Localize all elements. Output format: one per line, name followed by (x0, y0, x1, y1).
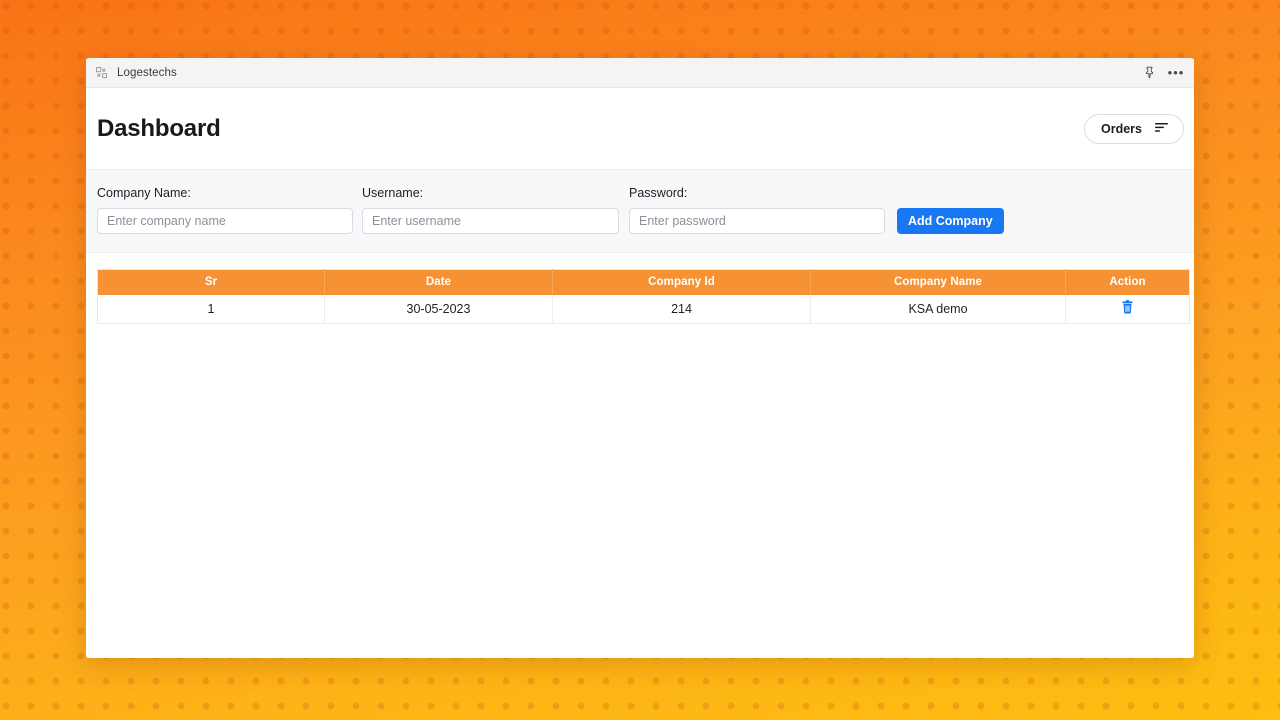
table-head: Sr Date Company Id Company Name Action (97, 269, 1190, 295)
add-company-button[interactable]: Add Company (897, 208, 1004, 234)
companies-table: Sr Date Company Id Company Name Action 1… (97, 269, 1190, 324)
page-header: Dashboard Orders (86, 88, 1194, 169)
table-row: 1 30-05-2023 214 KSA demo (97, 294, 1190, 324)
cell-sr: 1 (97, 294, 325, 324)
password-label: Password: (629, 186, 688, 200)
cell-action (1065, 294, 1190, 324)
username-input[interactable] (362, 208, 619, 234)
titlebar-right-group: ••• (1141, 65, 1184, 81)
browser-window: Logestechs ••• Dashboard Orders Company … (86, 58, 1194, 658)
page-title: Dashboard (97, 114, 221, 142)
app-favicon-icon (95, 66, 108, 79)
company-name-label: Company Name: (97, 186, 191, 200)
username-field: Username: (362, 186, 629, 234)
titlebar-left-group: Logestechs (95, 66, 177, 79)
cell-company-name: KSA demo (810, 294, 1066, 324)
password-field: Password: (629, 186, 889, 234)
window-title: Logestechs (117, 66, 177, 79)
cell-date: 30-05-2023 (324, 294, 553, 324)
column-header-sr: Sr (97, 269, 325, 295)
filter-sort-icon (1155, 122, 1169, 136)
username-label: Username: (362, 186, 424, 200)
more-options-icon[interactable]: ••• (1168, 65, 1184, 81)
delete-trash-icon[interactable] (1121, 300, 1134, 314)
pin-icon[interactable] (1141, 65, 1157, 81)
orders-button-label: Orders (1101, 121, 1142, 136)
password-input[interactable] (629, 208, 885, 234)
window-titlebar: Logestechs ••• (86, 58, 1194, 88)
company-name-input[interactable] (97, 208, 353, 234)
column-header-company-id: Company Id (552, 269, 811, 295)
page-content: Dashboard Orders Company Name: Userna (86, 88, 1194, 658)
table-body: 1 30-05-2023 214 KSA demo (97, 294, 1190, 324)
column-header-action: Action (1065, 269, 1190, 295)
orders-button[interactable]: Orders (1084, 113, 1184, 144)
column-header-date: Date (324, 269, 553, 295)
company-name-field: Company Name: (97, 186, 362, 234)
add-company-form: Company Name: Username: Password: Add Co… (86, 169, 1194, 253)
table-header-row: Sr Date Company Id Company Name Action (97, 269, 1190, 295)
companies-table-container: Sr Date Company Id Company Name Action 1… (86, 253, 1194, 658)
column-header-company-name: Company Name (810, 269, 1066, 295)
cell-company-id: 214 (552, 294, 811, 324)
